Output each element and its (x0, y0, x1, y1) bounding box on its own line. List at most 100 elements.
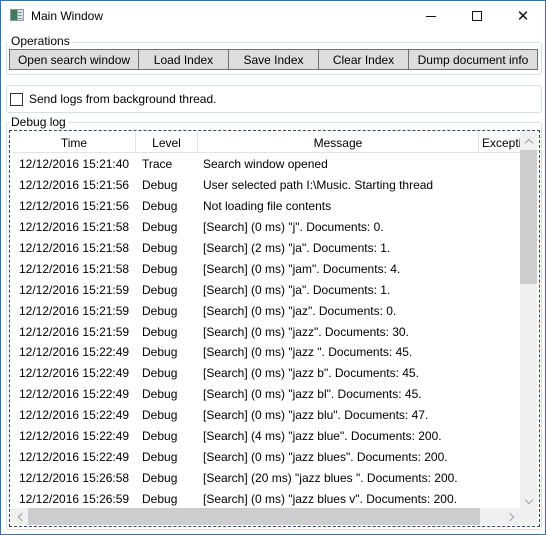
log-row[interactable]: 12/12/2016 15:21:58 Debug [Search] (0 ms) … (13, 258, 523, 279)
log-level-cell: Debug (142, 303, 178, 318)
horizontal-scroll-thumb[interactable] (28, 508, 480, 525)
log-level-cell: Debug (142, 408, 178, 423)
maximize-button[interactable] (454, 1, 500, 31)
minimize-button[interactable] (408, 1, 454, 31)
grid-rows: 12/12/2016 15:21:40 Trace Search window op… (13, 154, 523, 509)
log-row[interactable]: 12/12/2016 15:21:56 Debug Not loading file… (13, 196, 523, 217)
column-header-message[interactable]: Message (198, 132, 479, 153)
chevron-down-icon (524, 495, 533, 504)
log-row[interactable]: 12/12/2016 15:22:49 Debug [Search] (0 ms) … (13, 342, 523, 363)
minimize-icon (426, 15, 436, 17)
log-level-cell: Debug (142, 449, 178, 464)
log-message-cell: [Search] (0 ms) "jaz". Documents: 0. (203, 303, 397, 318)
log-row[interactable]: 12/12/2016 15:26:59 Debug [Search] (0 ms) … (13, 488, 523, 509)
dump-document-info-button[interactable]: Dump document info (408, 49, 538, 70)
log-row[interactable]: 12/12/2016 15:21:58 Debug [Search] (0 ms) … (13, 217, 523, 238)
load-index-button[interactable]: Load Index (138, 49, 229, 70)
log-message-cell: Not loading file contents (203, 199, 332, 214)
log-time-cell: 12/12/2016 15:22:49 (19, 429, 130, 444)
log-level-cell: Debug (142, 261, 178, 276)
log-time-cell: 12/12/2016 15:26:58 (19, 470, 130, 485)
chevron-left-icon (17, 512, 26, 521)
maximize-icon (472, 11, 482, 21)
log-message-cell: [Search] (4 ms) "jazz blue". Documents: … (203, 429, 442, 444)
log-level-cell: Debug (142, 491, 178, 506)
log-row[interactable]: 12/12/2016 15:21:59 Debug [Search] (0 ms) … (13, 321, 523, 342)
title-bar[interactable]: Main Window ✕ (1, 1, 545, 31)
log-row[interactable]: 12/12/2016 15:22:49 Debug [Search] (0 ms) … (13, 405, 523, 426)
log-time-cell: 12/12/2016 15:21:58 (19, 261, 130, 276)
log-message-cell: [Search] (0 ms) "jazz". Documents: 30. (203, 324, 409, 339)
column-header-time[interactable]: Time (13, 132, 136, 153)
log-message-cell: [Search] (2 ms) "ja". Documents: 1. (203, 241, 391, 255)
debug-log-label: Debug log (9, 115, 68, 129)
operations-toolbar: Open search window Load Index Save Index… (9, 49, 538, 70)
log-row[interactable]: 12/12/2016 15:26:58 Debug [Search] (20 ms)… (13, 467, 523, 488)
scrollbar-corner (520, 508, 537, 525)
send-logs-background-checkbox[interactable] (10, 93, 23, 106)
clear-index-button[interactable]: Clear Index (318, 49, 409, 70)
log-time-cell: 12/12/2016 15:22:49 (19, 345, 130, 360)
horizontal-scrollbar[interactable] (11, 508, 520, 525)
save-index-button[interactable]: Save Index (228, 49, 319, 70)
operations-label: Operations (9, 34, 72, 48)
log-time-cell: 12/12/2016 15:21:56 (19, 178, 130, 193)
log-level-cell: Debug (142, 282, 178, 297)
log-message-cell: [Search] (0 ms) "jazz ". Documents: 45. (203, 345, 413, 360)
log-level-cell: Debug (142, 324, 178, 339)
log-message-cell: [Search] (0 ms) "jazz blu". Documents: 4… (203, 408, 429, 423)
log-time-cell: 12/12/2016 15:22:49 (19, 387, 130, 402)
log-row[interactable]: 12/12/2016 15:21:59 Debug [Search] (0 ms) … (13, 300, 523, 321)
main-window: Main Window ✕ Operations Open search win… (0, 0, 546, 535)
log-time-cell: 12/12/2016 15:21:40 (19, 157, 130, 172)
log-level-cell: Debug (142, 470, 178, 485)
log-time-cell: 12/12/2016 15:22:49 (19, 449, 130, 464)
log-message-cell: [Search] (0 ms) "ja". Documents: 1. (203, 282, 391, 297)
open-search-window-button[interactable]: Open search window (9, 49, 139, 70)
scroll-left-button[interactable] (11, 508, 28, 525)
close-icon: ✕ (516, 6, 530, 25)
log-time-cell: 12/12/2016 15:22:49 (19, 366, 130, 381)
chevron-right-icon (505, 512, 514, 521)
column-header-level[interactable]: Level (136, 132, 198, 153)
log-time-cell: 12/12/2016 15:21:58 (19, 241, 130, 255)
log-level-cell: Debug (142, 345, 178, 360)
log-row[interactable]: 12/12/2016 15:22:49 Debug [Search] (0 ms) … (13, 363, 523, 384)
log-level-cell: Debug (142, 241, 178, 255)
log-row[interactable]: 12/12/2016 15:21:56 Debug User selected pa… (13, 175, 523, 196)
log-level-cell: Debug (142, 178, 178, 193)
column-header-exception[interactable]: Exceptic (479, 132, 523, 153)
log-message-cell: [Search] (0 ms) "jazz blues". Documents:… (203, 449, 448, 464)
log-row[interactable]: 12/12/2016 15:21:40 Trace Search window op… (13, 154, 523, 175)
log-time-cell: 12/12/2016 15:26:59 (19, 491, 130, 506)
log-message-cell: User selected path I:\Music. Starting th… (203, 178, 434, 193)
debug-log-grid[interactable]: Time Level Message Exceptic 12/12/2016 1… (9, 130, 540, 527)
window-title: Main Window (31, 9, 104, 23)
log-message-cell: [Search] (0 ms) "jazz b". Documents: 45. (203, 366, 419, 381)
log-level-cell: Trace (142, 157, 173, 172)
log-row[interactable]: 12/12/2016 15:22:49 Debug [Search] (0 ms) … (13, 384, 523, 405)
log-row[interactable]: 12/12/2016 15:22:49 Debug [Search] (4 ms) … (13, 426, 523, 447)
close-button[interactable]: ✕ (500, 1, 546, 31)
vertical-scrollbar[interactable] (520, 132, 537, 510)
log-level-cell: Debug (142, 220, 178, 235)
log-row[interactable]: 12/12/2016 15:22:49 Debug [Search] (0 ms) … (13, 446, 523, 467)
send-logs-background-label[interactable]: Send logs from background thread. (29, 92, 216, 106)
chevron-up-icon (524, 138, 533, 147)
scroll-up-button[interactable] (520, 132, 537, 149)
app-window-icon (10, 9, 24, 21)
log-level-cell: Debug (142, 366, 178, 381)
log-row[interactable]: 12/12/2016 15:21:59 Debug [Search] (0 ms) … (13, 279, 523, 300)
log-row[interactable]: 12/12/2016 15:21:58 Debug [Search] (2 ms) … (13, 238, 523, 259)
log-message-cell: [Search] (0 ms) "j". Documents: 0. (203, 220, 384, 235)
vertical-scroll-thumb[interactable] (520, 150, 537, 284)
log-message-cell: [Search] (0 ms) "jazz blues v". Document… (203, 491, 457, 506)
log-time-cell: 12/12/2016 15:21:56 (19, 199, 130, 214)
log-time-cell: 12/12/2016 15:22:49 (19, 408, 130, 423)
log-time-cell: 12/12/2016 15:21:59 (19, 324, 130, 339)
log-time-cell: 12/12/2016 15:21:59 (19, 282, 130, 297)
log-message-cell: [Search] (20 ms) "jazz blues ". Document… (203, 470, 458, 485)
log-level-cell: Debug (142, 199, 178, 214)
log-time-cell: 12/12/2016 15:21:58 (19, 220, 130, 235)
scroll-right-button[interactable] (503, 508, 520, 525)
